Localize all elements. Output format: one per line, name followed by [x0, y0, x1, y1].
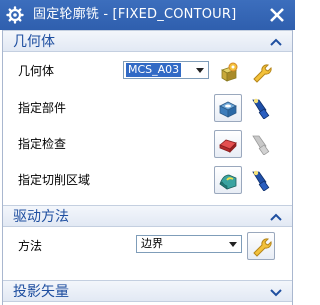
- specify-part-label: 指定部件: [18, 101, 67, 115]
- dialog-panel: 几何体 几何体 MCS_A03 指定部件 指定检查 指定切削区域 驱动方法 方法…: [2, 30, 293, 305]
- chevron-down-icon: [196, 68, 204, 73]
- section-title: 投影矢量: [13, 284, 69, 300]
- section-drive-method-header[interactable]: 驱动方法: [3, 205, 292, 227]
- chevron-up-icon[interactable]: [269, 35, 283, 49]
- new-geometry-icon: [221, 62, 238, 82]
- section-geometry-header[interactable]: 几何体: [3, 30, 292, 52]
- specify-check-button[interactable]: [214, 130, 242, 158]
- wrench-icon: [253, 238, 272, 257]
- close-icon[interactable]: [268, 6, 286, 24]
- section-title: 驱动方法: [13, 209, 69, 225]
- display-cut-area-button[interactable]: [247, 166, 275, 194]
- specify-part-button[interactable]: [214, 94, 242, 122]
- flashlight-icon: [252, 98, 270, 119]
- flashlight-icon: [252, 170, 270, 191]
- check-body-icon: [219, 139, 237, 153]
- method-label: 方法: [18, 239, 43, 253]
- chevron-down-icon[interactable]: [269, 285, 283, 299]
- gear-icon[interactable]: [6, 6, 24, 24]
- edit-drive-method-button[interactable]: [247, 232, 275, 260]
- specify-cut-area-label: 指定切削区域: [18, 173, 91, 187]
- specify-cut-area-button[interactable]: [214, 166, 242, 194]
- display-check-button: [247, 130, 275, 158]
- drive-method-select[interactable]: 边界: [136, 235, 242, 253]
- section-projection-vector-header[interactable]: 投影矢量: [3, 280, 292, 302]
- section-title: 几何体: [13, 34, 55, 50]
- edit-geometry-button[interactable]: [247, 58, 275, 86]
- flashlight-disabled-icon: [252, 135, 270, 155]
- title-bar: 固定轮廓铣 - [FIXED_CONTOUR]: [0, 0, 295, 30]
- wrench-icon: [253, 64, 272, 83]
- new-geometry-button[interactable]: [214, 58, 242, 86]
- geometry-label: 几何体: [18, 64, 55, 78]
- display-part-button[interactable]: [247, 94, 275, 122]
- specify-check-label: 指定检查: [18, 137, 67, 151]
- cut-area-icon: [219, 174, 237, 190]
- chevron-up-icon[interactable]: [269, 210, 283, 224]
- part-icon: [219, 101, 237, 118]
- chevron-down-icon: [229, 242, 237, 247]
- geometry-select[interactable]: MCS_A03: [123, 61, 209, 79]
- drive-method-value: 边界: [141, 237, 163, 250]
- geometry-select-value: MCS_A03: [126, 63, 182, 77]
- window-title: 固定轮廓铣 - [FIXED_CONTOUR]: [33, 7, 237, 22]
